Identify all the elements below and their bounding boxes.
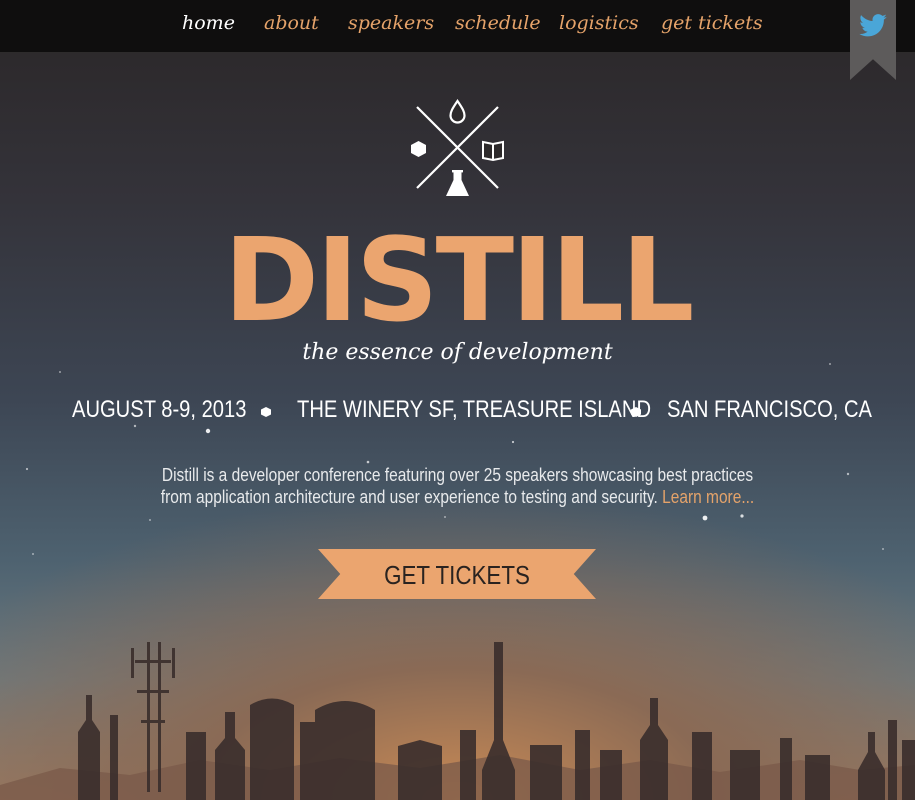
drop-icon: [449, 99, 466, 124]
distill-logo: [411, 99, 504, 196]
nav-item-get-tickets[interactable]: get tickets: [661, 12, 763, 34]
flask-icon: [446, 170, 469, 196]
book-icon: [482, 140, 504, 162]
twitter-ribbon[interactable]: [850, 0, 896, 80]
nav-item-about[interactable]: about: [264, 12, 319, 34]
separator-dot-icon: [261, 407, 271, 417]
hexagon-icon: [411, 141, 426, 157]
event-city: SAN FRANCISCO, CA: [667, 396, 872, 423]
get-tickets-button[interactable]: GET TICKETS: [318, 549, 596, 599]
twitter-icon: [859, 14, 887, 37]
nav-item-logistics[interactable]: logistics: [559, 12, 639, 34]
learn-more-link[interactable]: Learn more...: [662, 487, 754, 507]
nav-item-home[interactable]: home: [182, 12, 235, 34]
top-nav: home about speakers schedule logistics g…: [0, 0, 915, 53]
event-description: Distill is a developer conference featur…: [150, 464, 765, 508]
tagline: the essence of development: [302, 340, 613, 365]
nav-item-speakers[interactable]: speakers: [348, 12, 434, 34]
get-tickets-label: GET TICKETS: [384, 560, 530, 590]
skyline-silhouette: [0, 642, 915, 800]
nav-item-schedule[interactable]: schedule: [455, 12, 541, 34]
event-venue: THE WINERY SF, TREASURE ISLAND: [297, 396, 652, 423]
event-date: AUGUST 8-9, 2013: [72, 396, 247, 423]
page-title: DISTILL: [223, 214, 695, 348]
